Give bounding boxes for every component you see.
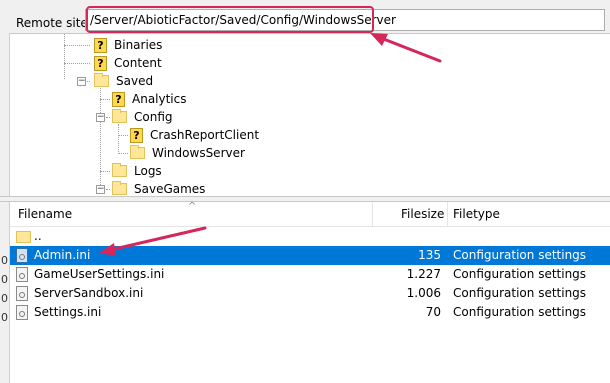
annotation-arrow-icon (370, 33, 442, 63)
annotation-arrows (99, 33, 442, 256)
annotation-arrow-icon (99, 226, 207, 256)
